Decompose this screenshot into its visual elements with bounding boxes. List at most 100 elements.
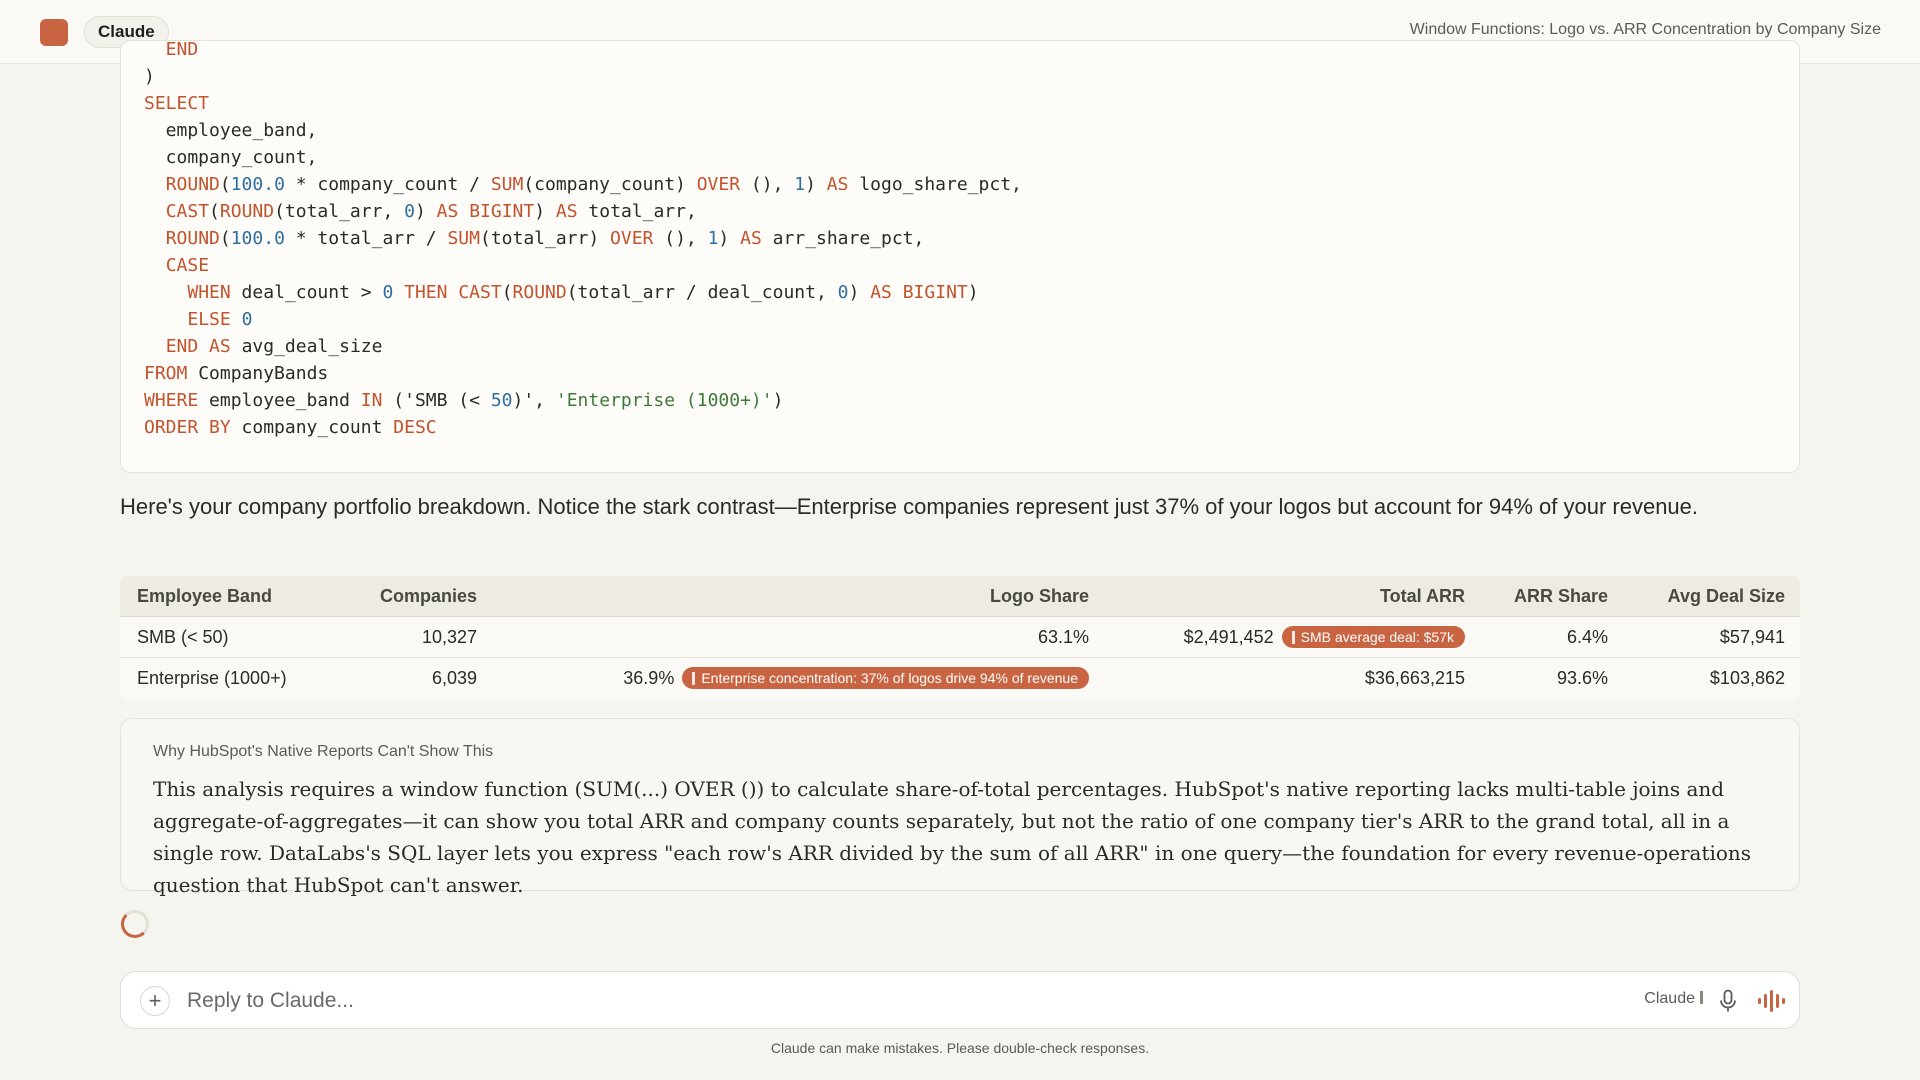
add-attachment-button[interactable]: + — [140, 986, 170, 1016]
code-token: ORDER BY — [144, 417, 231, 438]
cell-total-arr: $2,491,452 SMB average deal: $57k — [1184, 617, 1465, 658]
code-token: SUM — [447, 228, 480, 249]
code-token: CAST — [458, 282, 502, 303]
code-line: WHEN deal_count > 0 THEN CAST(ROUND(tota… — [144, 279, 1799, 306]
enterprise-annotation-badge: Enterprise concentration: 37% of logos d… — [682, 667, 1089, 689]
code-token: SELECT — [144, 93, 210, 114]
code-token: (company_count) — [523, 174, 697, 195]
code-token: ( — [209, 201, 220, 222]
code-line: END AS avg_deal_size — [144, 333, 1799, 360]
code-token: arr_share_pct, — [761, 228, 925, 249]
annotation-marker-icon — [692, 672, 696, 685]
code-token: ) — [805, 174, 827, 195]
voice-mode-icon[interactable] — [1757, 990, 1785, 1012]
code-token: ELSE — [187, 309, 231, 330]
header-employee-band: Employee Band — [137, 586, 273, 606]
code-token: OVER — [610, 228, 654, 249]
model-selector-label: Claude — [1644, 990, 1695, 1007]
reply-input[interactable] — [187, 982, 1287, 1020]
code-token: ) — [414, 201, 437, 222]
code-token: ROUND — [512, 282, 567, 303]
cell-arr-share: 93.6% — [1556, 668, 1608, 688]
cell-logo-share: 63.1% — [1037, 627, 1089, 647]
code-token: ) — [848, 282, 871, 303]
reply-composer: + Claude — [120, 971, 1800, 1029]
code-token: ) — [772, 390, 784, 411]
code-token: 1 — [794, 174, 806, 195]
code-token: ) — [534, 201, 556, 222]
code-token: IN — [360, 390, 383, 411]
code-block: END) SELECT employee_band, company_count,… — [120, 40, 1800, 473]
code-token: (), — [653, 228, 708, 249]
code-line: CASE — [144, 252, 1799, 279]
smb-annotation-badge: SMB average deal: $57k — [1281, 626, 1465, 648]
table-row: Enterprise (1000+) 6,039 36.9% Enterprise… — [120, 658, 1800, 699]
code-line: ) — [144, 63, 1799, 90]
annotation-marker-icon — [1291, 631, 1295, 644]
enterprise-annotation-text: Enterprise concentration: 37% of logos d… — [701, 670, 1078, 686]
code-token: 0 — [404, 201, 415, 222]
code-line: END — [144, 41, 1799, 63]
code-token: ( — [219, 174, 231, 195]
code-token: ( — [501, 282, 513, 303]
code-token: DESC — [393, 417, 437, 438]
cell-companies: 6,039 — [431, 668, 477, 688]
cell-avg-deal-size: $57,941 — [1719, 627, 1785, 647]
model-selector[interactable]: Claude — [1644, 990, 1703, 1008]
header-total-arr: Total ARR — [1380, 586, 1465, 606]
code-token: (total_arr) — [479, 228, 611, 249]
code-token: ROUND — [219, 201, 275, 222]
code-token: (), — [740, 174, 795, 195]
loading-spinner-icon — [121, 910, 149, 938]
cell-total-arr: $36,663,215 — [1364, 668, 1465, 688]
code-line: employee_band, — [144, 117, 1799, 144]
code-line: FROM CompanyBands — [144, 360, 1799, 387]
code-line: CAST(ROUND(total_arr, 0) AS BIGINT) AS t… — [144, 198, 1799, 225]
code-token: AS — [555, 201, 578, 222]
claude-logo-icon[interactable] — [40, 19, 68, 46]
code-token: 100.0 — [230, 174, 285, 195]
code-token: )', — [512, 390, 556, 411]
code-token: avg_deal_size — [230, 336, 383, 357]
code-line: WHERE employee_band IN ('SMB (< 50)', 'E… — [144, 387, 1799, 414]
code-line: ORDER BY company_count DESC — [144, 414, 1799, 441]
code-token: ROUND — [165, 228, 220, 249]
explanation-body: This analysis requires a window function… — [153, 777, 1752, 897]
table-header-row: Employee Band Companies Logo Share Total… — [120, 576, 1800, 617]
code-token: employee_band, — [144, 120, 318, 141]
microphone-icon[interactable] — [1719, 989, 1737, 1013]
code-token: ('SMB (< — [382, 390, 491, 411]
code-token: BIGINT — [902, 282, 968, 303]
header-arr-share: ARR Share — [1513, 586, 1608, 606]
code-token: ) — [967, 282, 979, 303]
code-token: 0 — [382, 282, 394, 303]
code-token: total_arr, — [577, 201, 697, 222]
code-token: * company_count / — [284, 174, 491, 195]
code-token: CAST — [165, 201, 210, 222]
cell-logo-share-value: 36.9% — [623, 668, 675, 688]
code-token: WHERE — [144, 390, 199, 411]
code-token: OVER — [696, 174, 741, 195]
header-logo-share: Logo Share — [989, 586, 1089, 606]
code-token: 50 — [490, 390, 513, 411]
code-token: company_count, — [144, 147, 318, 168]
explanation-card: Why HubSpot's Native Reports Can't Show … — [120, 718, 1800, 897]
code-token: AS — [436, 201, 459, 222]
code-token: 0 — [241, 309, 253, 330]
conversation-title[interactable]: Window Functions: Logo vs. ARR Concentra… — [1410, 21, 1881, 39]
disclaimer-text: Claude can make mistakes. Please double-… — [770, 1040, 1150, 1056]
cell-companies: 10,327 — [421, 627, 477, 647]
cell-total-arr-value: $2,491,452 — [1183, 627, 1274, 647]
code-token: ) — [144, 66, 155, 87]
code-token: FROM — [144, 363, 188, 384]
code-token: END — [165, 336, 199, 357]
sql-code: END) SELECT employee_band, company_count,… — [144, 41, 1799, 441]
